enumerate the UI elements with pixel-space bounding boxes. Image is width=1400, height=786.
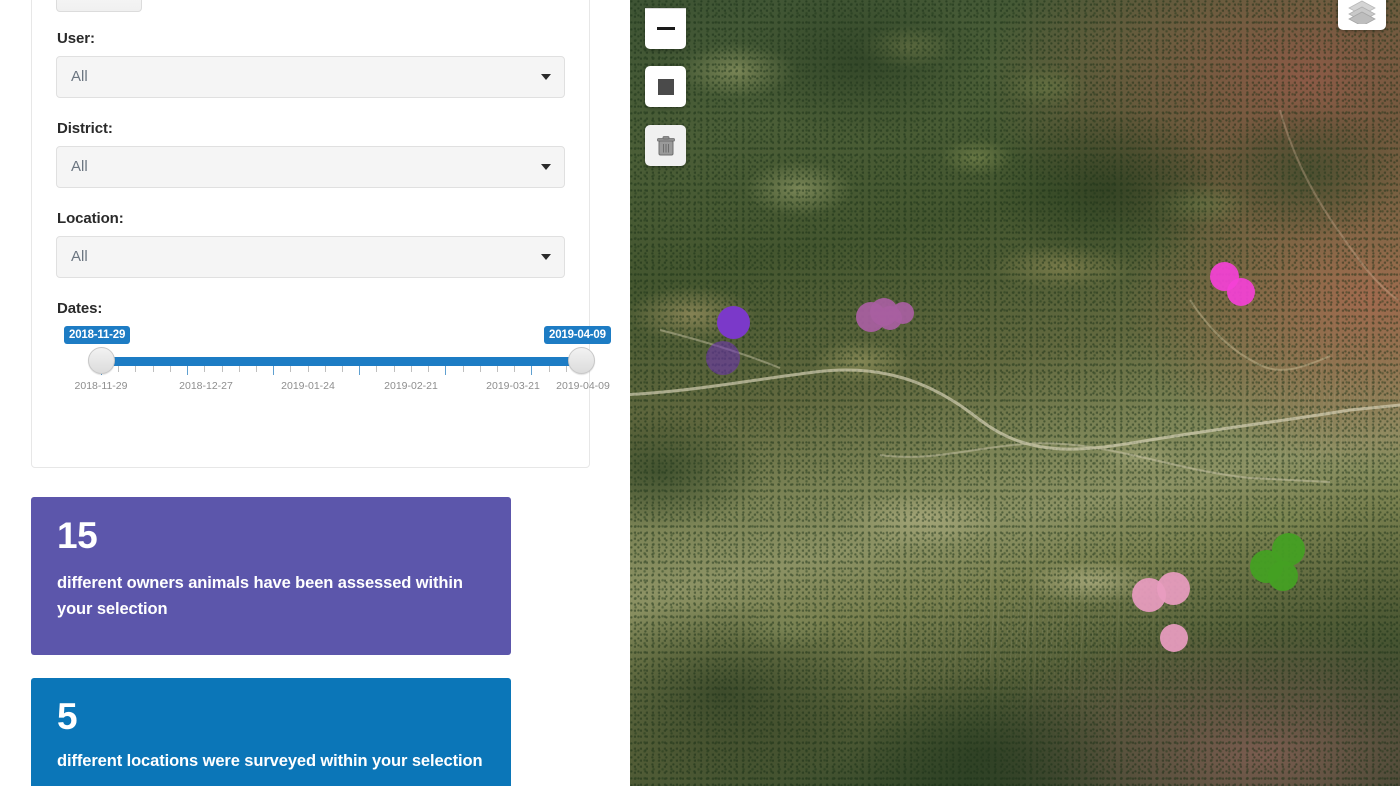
slider-axis-label: 2019-01-24	[281, 380, 335, 392]
marker-mauve-d[interactable]	[892, 302, 914, 324]
location-select-value[interactable]: All	[56, 236, 565, 278]
slider-axis-label: 2019-04-09	[556, 380, 610, 392]
marker-green-c[interactable]	[1268, 561, 1298, 591]
stat-card-locations: 5 different locations were surveyed with…	[31, 678, 511, 786]
layers-button[interactable]	[1338, 0, 1386, 30]
minus-icon	[656, 27, 675, 30]
slider-axis-label: 2018-11-29	[74, 380, 128, 392]
layers-stack-icon	[1348, 0, 1376, 24]
user-field-label: User:	[57, 30, 95, 47]
dates-field-label: Dates:	[57, 300, 103, 317]
district-select-value[interactable]: All	[56, 146, 565, 188]
dashboard-root: Get data User: All District: All Locatio…	[0, 0, 1400, 786]
slider-axis-labels: 2018-11-29 2018-12-27 2019-01-24 2019-02-21…	[32, 380, 610, 396]
stat-locations-number: 5	[57, 696, 78, 737]
zoom-out-button[interactable]	[645, 8, 686, 49]
slider-selected-range	[101, 357, 582, 366]
filter-panel-card: Get data User: All District: All Locatio…	[31, 0, 611, 468]
trash-icon	[656, 135, 675, 155]
slider-track[interactable]	[101, 357, 582, 366]
district-field-label: District:	[57, 120, 113, 137]
slider-tick-marks	[101, 366, 584, 375]
stat-owners-number: 15	[57, 515, 98, 556]
marker-pink-b[interactable]	[1157, 572, 1190, 605]
marker-cluster-purple-faded[interactable]	[706, 341, 740, 375]
slider-handle-start[interactable]	[88, 347, 115, 374]
get-data-button[interactable]: Get data	[56, 0, 142, 12]
left-sidebar-column: Get data User: All District: All Locatio…	[0, 0, 630, 786]
satellite-imagery	[630, 0, 1400, 786]
location-select[interactable]: All	[56, 236, 565, 278]
user-select[interactable]: All	[56, 56, 565, 98]
filter-panel-body: Get data User: All District: All Locatio…	[32, 0, 611, 406]
slider-handle-end[interactable]	[568, 347, 595, 374]
slider-axis-label: 2018-12-27	[179, 380, 233, 392]
square-icon	[657, 78, 674, 95]
draw-rectangle-button[interactable]	[645, 66, 686, 107]
user-select-value[interactable]: All	[56, 56, 565, 98]
stat-owners-text: different owners animals have been asses…	[57, 574, 463, 619]
delete-shapes-button[interactable]	[645, 125, 686, 166]
slider-axis-label: 2019-03-21	[486, 380, 540, 392]
slider-end-value-badge: 2019-04-09	[544, 326, 611, 344]
location-field-label: Location:	[57, 210, 124, 227]
dates-filter-group: Dates: 2018-11-29 2019-04-09 2018-11-29 2…	[56, 300, 611, 406]
stat-card-owners: 15 different owners animals have been as…	[31, 497, 511, 655]
map-viewport[interactable]	[630, 0, 1400, 786]
date-range-slider[interactable]: 2018-11-29 2019-04-09 2018-11-29 2018-12-…	[32, 326, 611, 406]
slider-axis-label: 2019-02-21	[384, 380, 438, 392]
district-select[interactable]: All	[56, 146, 565, 188]
stat-locations-text: different locations were surveyed within…	[57, 752, 483, 770]
slider-start-value-badge: 2018-11-29	[64, 326, 131, 344]
marker-pink-c[interactable]	[1160, 624, 1188, 652]
marker-magenta-b[interactable]	[1227, 278, 1255, 306]
terrain-roads-layer	[630, 0, 1400, 786]
marker-cluster-purple-solid[interactable]	[717, 306, 750, 339]
